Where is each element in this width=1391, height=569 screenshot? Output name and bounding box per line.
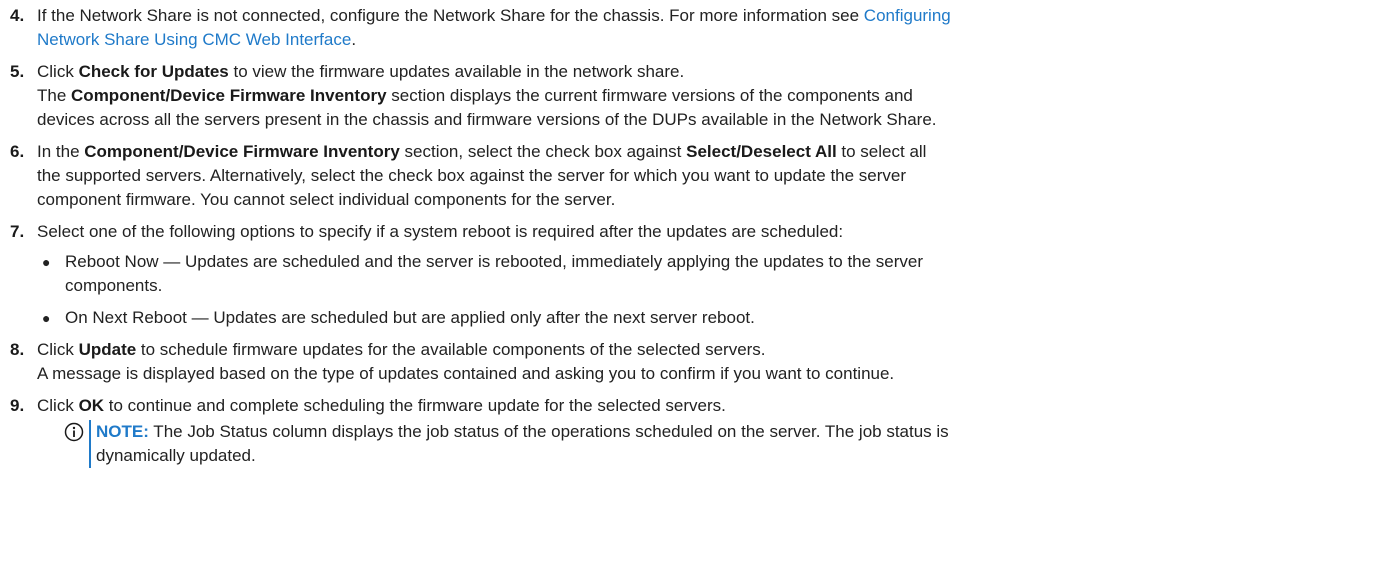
configuring-network-share-link[interactable]: Configuring — [864, 6, 951, 25]
reboot-now-option-cont: components. — [65, 276, 163, 295]
step-5-text: The — [37, 86, 72, 105]
step-9-text: Click — [37, 396, 79, 415]
next-reboot-option: On Next Reboot — Updates are scheduled b… — [65, 308, 755, 327]
step-9-text: to continue and complete scheduling the … — [104, 396, 726, 415]
update-label: Update — [78, 340, 137, 359]
note-line-1: NOTE: The Job Status column displays the… — [96, 420, 1379, 444]
note-text: The Job Status column displays the job s… — [148, 422, 949, 441]
firmware-inventory-label: Component/Device Firmware Inventory — [84, 142, 400, 161]
step-6-line-2: the supported servers. Alternatively, se… — [37, 166, 907, 185]
step-number: 7. — [10, 222, 25, 241]
step-9-line-1: Click OK to continue and complete schedu… — [37, 394, 1379, 418]
reboot-now-option: Reboot Now — Updates are scheduled and t… — [65, 252, 924, 271]
note-label: NOTE: — [96, 422, 149, 441]
step-4-line-1: If the Network Share is not connected, c… — [37, 4, 1379, 28]
step-4: 4. If the Network Share is not connected… — [10, 4, 1379, 52]
note-line-2: dynamically updated. — [96, 446, 256, 465]
step-5-line-3: devices across all the servers present i… — [37, 110, 937, 129]
step-5-line-1: Click Check for Updates to view the firm… — [37, 60, 1379, 84]
step-5-text: section displays the current firmware ve… — [386, 86, 913, 105]
step-6-text: In the — [37, 142, 85, 161]
select-deselect-all-label: Select/Deselect All — [686, 142, 837, 161]
bullet-icon: ● — [42, 310, 51, 326]
step-8: 8. Click Update to schedule firmware upd… — [10, 338, 1379, 386]
step-5: 5. Click Check for Updates to view the f… — [10, 60, 1379, 132]
step-6-text: to select all — [836, 142, 927, 161]
note-callout: NOTE: The Job Status column displays the… — [64, 420, 1379, 468]
firmware-inventory-label: Component/Device Firmware Inventory — [71, 86, 387, 105]
step-number: 9. — [10, 396, 25, 415]
step-number: 6. — [10, 142, 25, 161]
configuring-network-share-link-cont[interactable]: Network Share Using CMC Web Interface — [37, 30, 351, 49]
step-4-text-end: . — [351, 30, 357, 49]
step-6: 6. In the Component/Device Firmware Inve… — [10, 140, 1379, 212]
step-8-text: to schedule firmware updates for the ava… — [136, 340, 766, 359]
step-4-text: If the Network Share is not connected, c… — [37, 6, 864, 25]
ok-label: OK — [78, 396, 105, 415]
step-7-line-1: Select one of the following options to s… — [37, 222, 844, 241]
step-9: 9. Click OK to continue and complete sch… — [10, 394, 1379, 468]
step-7: 7. Select one of the following options t… — [10, 220, 1379, 330]
step-number: 5. — [10, 62, 25, 81]
info-circle-icon — [64, 422, 84, 442]
step-4-line-2: Network Share Using CMC Web Interface. — [37, 28, 1379, 52]
reboot-options-list: ● Reboot Now — Updates are scheduled and… — [37, 250, 1379, 330]
list-item: ● On Next Reboot — Updates are scheduled… — [37, 306, 1379, 330]
step-6-line-1: In the Component/Device Firmware Invento… — [37, 140, 1379, 164]
step-8-line-1: Click Update to schedule firmware update… — [37, 338, 1379, 362]
bullet-icon: ● — [42, 254, 51, 270]
step-number: 8. — [10, 340, 25, 359]
document-body: 4. If the Network Share is not connected… — [0, 0, 1391, 468]
step-8-text: Click — [37, 340, 79, 359]
step-5-line-2: The Component/Device Firmware Inventory … — [37, 84, 1379, 108]
step-8-line-2: A message is displayed based on the type… — [37, 364, 895, 383]
step-6-line-3: component firmware. You cannot select in… — [37, 190, 616, 209]
step-6-text: section, select the check box against — [399, 142, 687, 161]
step-number: 4. — [10, 6, 25, 25]
step-5-text: to view the firmware updates available i… — [228, 62, 685, 81]
check-for-updates-label: Check for Updates — [78, 62, 229, 81]
step-5-text: Click — [37, 62, 79, 81]
list-item: ● Reboot Now — Updates are scheduled and… — [37, 250, 1379, 298]
note-divider — [89, 420, 91, 468]
